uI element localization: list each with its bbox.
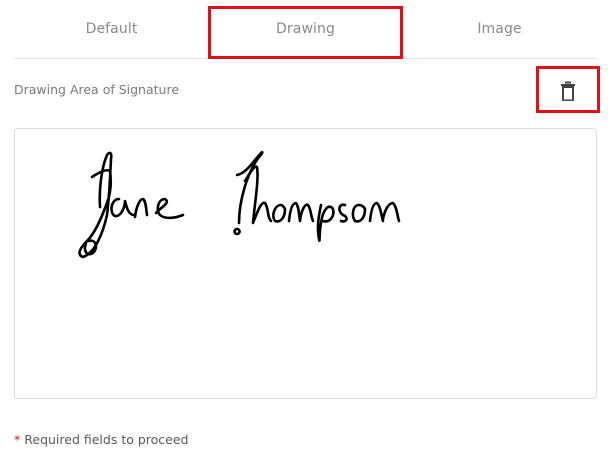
tab-image[interactable]: Image <box>402 0 597 58</box>
required-asterisk: * <box>14 432 21 447</box>
drawing-area-label: Drawing Area of Signature <box>14 82 180 97</box>
tab-default[interactable]: Default <box>14 0 209 58</box>
tab-drawing-label: Drawing <box>276 21 335 37</box>
signature-canvas[interactable] <box>14 128 597 399</box>
clear-signature-button[interactable] <box>553 78 583 104</box>
trash-icon <box>561 81 575 101</box>
required-fields-note: * Required fields to proceed <box>14 432 188 447</box>
required-text: Required fields to proceed <box>24 432 189 447</box>
handwritten-signature <box>78 150 401 259</box>
tab-drawing[interactable]: Drawing <box>209 0 402 58</box>
signature-panel: Default Drawing Image Drawing Area of Si… <box>0 0 613 464</box>
signature-tabs: Default Drawing Image <box>14 0 597 59</box>
tab-default-label: Default <box>85 21 138 37</box>
tab-image-label: Image <box>477 21 522 37</box>
